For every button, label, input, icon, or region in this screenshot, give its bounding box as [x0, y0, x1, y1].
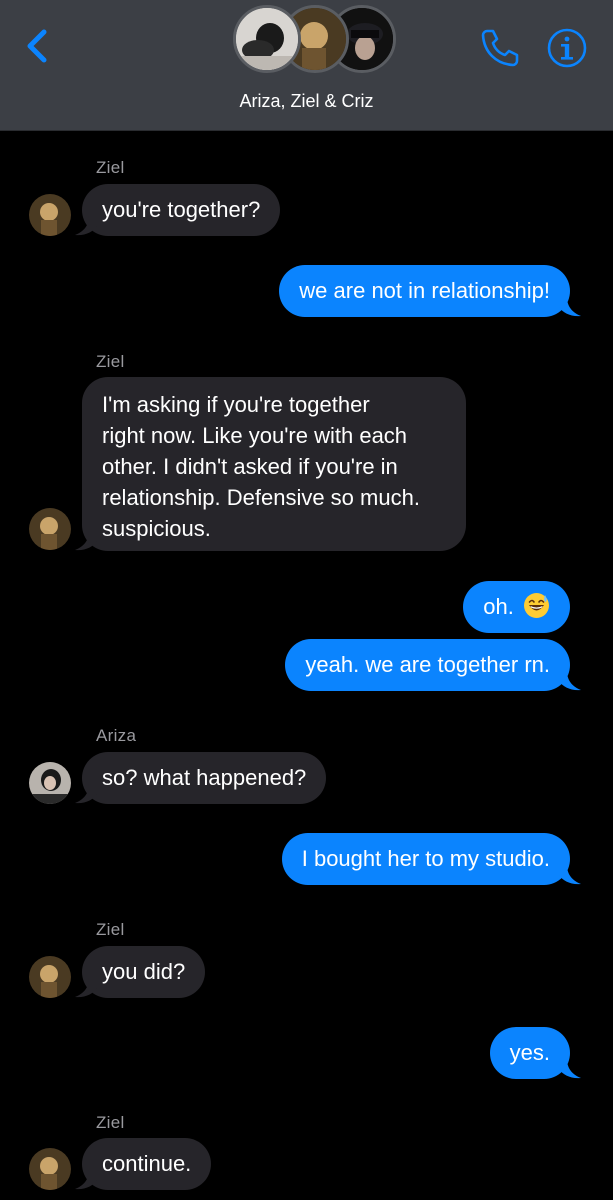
outgoing-message-bubble[interactable]: we are not in relationship!	[279, 265, 570, 317]
avatar-ariza[interactable]	[29, 762, 71, 804]
bubble-tail	[75, 978, 97, 998]
incoming-message-bubble[interactable]: so? what happened?	[82, 752, 327, 804]
message-text: oh.	[483, 594, 514, 619]
avatar-ziel[interactable]	[29, 508, 71, 550]
message-text: continue.	[102, 1151, 192, 1176]
message-line: other. I didn't asked if you're in	[102, 454, 398, 479]
avatar-ziel[interactable]	[29, 1148, 71, 1190]
message-line: suspicious.	[102, 516, 211, 541]
sender-name: Ziel	[96, 158, 125, 177]
bubble-tail	[559, 297, 581, 317]
message-text: yeah. we are together rn.	[305, 652, 550, 677]
incoming-message-bubble[interactable]: you did?	[82, 946, 206, 998]
sender-name: Ziel	[96, 352, 125, 371]
outgoing-message-bubble[interactable]: oh.	[463, 581, 570, 633]
incoming-message-bubble[interactable]: I'm asking if you're together right now.…	[82, 377, 466, 551]
message-text: you did?	[102, 959, 186, 984]
message-line: relationship. Defensive so much.	[102, 485, 420, 510]
outgoing-message-bubble[interactable]: yeah. we are together rn.	[285, 639, 570, 691]
back-chevron-icon[interactable]	[20, 26, 56, 66]
bubble-tail	[559, 865, 581, 885]
message-text: I bought her to my studio.	[301, 846, 550, 871]
incoming-message-bubble[interactable]: continue.	[82, 1138, 212, 1190]
group-avatars[interactable]	[233, 2, 396, 82]
sender-name: Ziel	[96, 1113, 125, 1132]
bubble-tail	[75, 531, 97, 551]
conversation-header: Ariza, Ziel & Criz	[0, 0, 613, 131]
grinning-sweat-emoji-icon	[524, 593, 549, 618]
sender-name: Ziel	[96, 920, 125, 939]
outgoing-message-bubble[interactable]: yes.	[489, 1027, 570, 1079]
conversation-title[interactable]: Ariza, Ziel & Criz	[0, 91, 613, 112]
bubble-tail	[75, 216, 97, 236]
message-text: so? what happened?	[102, 765, 307, 790]
message-line: I'm asking if you're together	[102, 392, 370, 417]
bubble-tail	[559, 671, 581, 691]
outgoing-message-bubble[interactable]: I bought her to my studio.	[281, 833, 570, 885]
avatar-ariza	[233, 5, 301, 73]
message-text: yes.	[509, 1040, 550, 1065]
phone-icon[interactable]	[478, 26, 522, 68]
message-text: you're together?	[102, 197, 261, 222]
info-icon[interactable]	[546, 27, 588, 69]
avatar-ziel[interactable]	[29, 956, 71, 998]
bubble-tail	[559, 1059, 581, 1079]
message-line: right now. Like you're with each	[102, 423, 408, 448]
bubble-tail	[75, 784, 97, 804]
sender-name: Ariza	[96, 726, 137, 745]
message-text: we are not in relationship!	[299, 278, 550, 303]
bubble-tail	[75, 1170, 97, 1190]
incoming-message-bubble[interactable]: you're together?	[82, 184, 281, 236]
avatar-ziel[interactable]	[29, 194, 71, 236]
